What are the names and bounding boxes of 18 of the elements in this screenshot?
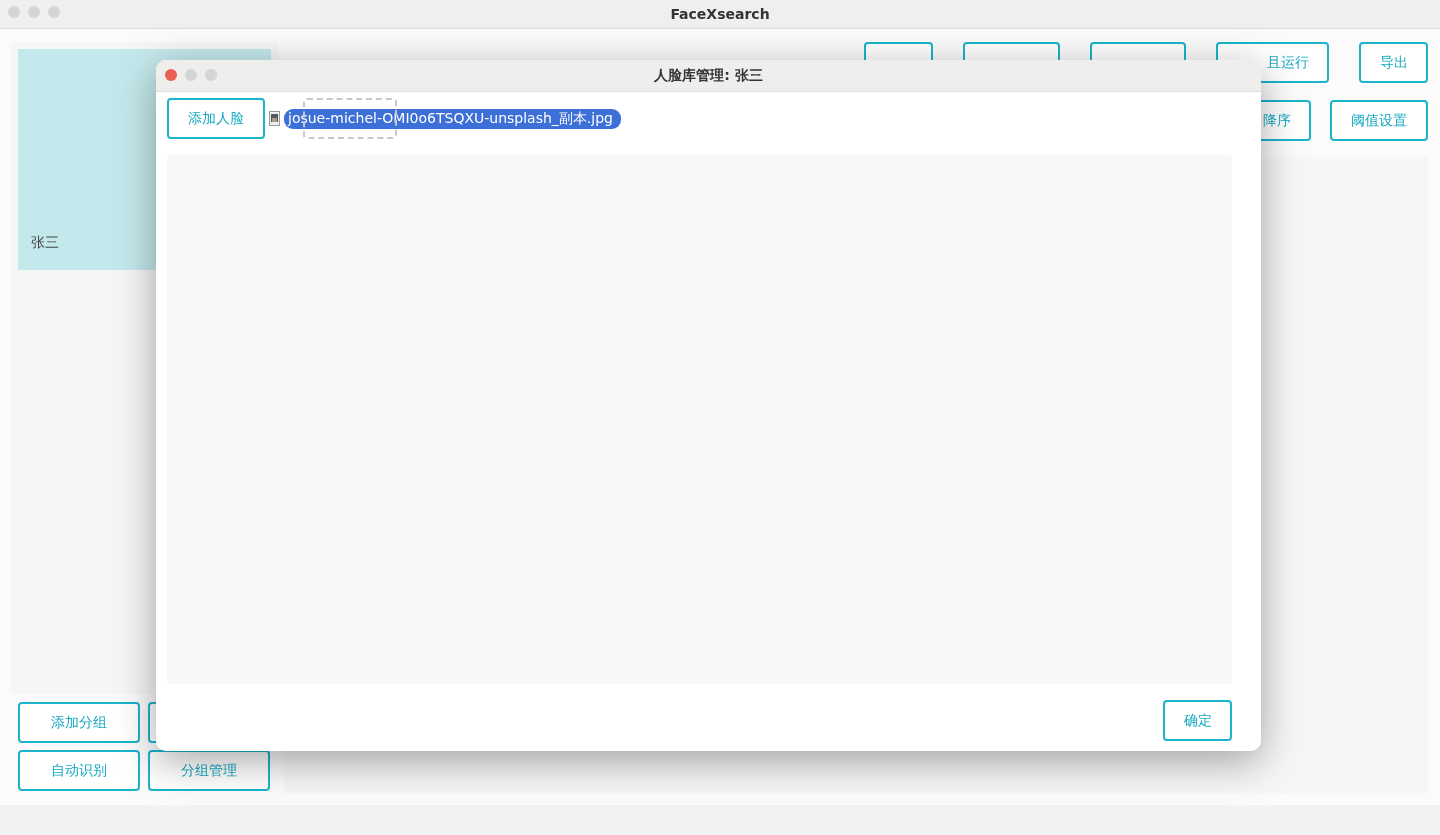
image-file-icon: [269, 111, 280, 126]
close-icon[interactable]: [8, 6, 20, 18]
confirm-button[interactable]: 确定: [1163, 700, 1232, 741]
group-manage-button[interactable]: 分组管理: [148, 750, 270, 791]
minimize-icon[interactable]: [28, 6, 40, 18]
minimize-icon[interactable]: [185, 69, 197, 81]
toolbar-button[interactable]: 导出: [1359, 42, 1428, 83]
zoom-icon[interactable]: [48, 6, 60, 18]
group-name: 张三: [31, 234, 59, 252]
zoom-icon[interactable]: [205, 69, 217, 81]
toolbar-button[interactable]: 阈值设置: [1330, 100, 1428, 141]
auto-recognize-button[interactable]: 自动识别: [18, 750, 140, 791]
dialog-title: 人脸库管理: 张三: [654, 66, 763, 85]
file-name: josue-michel-OMI0o6TSQXU-unsplash_副本.jpg: [284, 108, 621, 129]
add-face-button[interactable]: 添加人脸: [167, 98, 265, 139]
add-group-button[interactable]: 添加分组: [18, 702, 140, 743]
window-title: FaceXsearch: [670, 6, 770, 22]
close-icon[interactable]: [165, 69, 177, 81]
